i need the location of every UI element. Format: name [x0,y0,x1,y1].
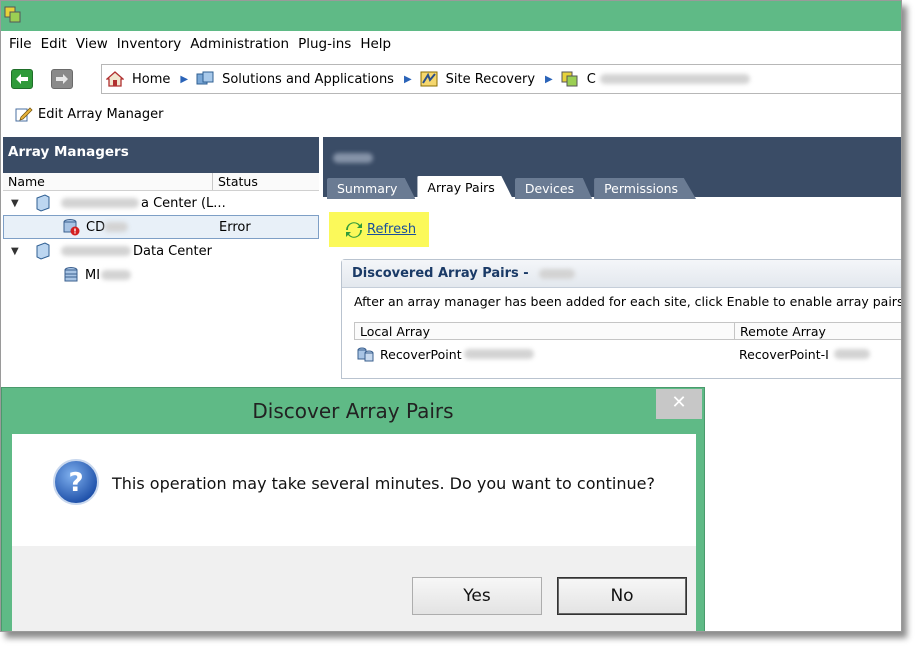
home-icon [106,71,124,87]
redacted-text [61,198,139,208]
redacted-text [599,74,750,84]
vsphere-app-icon [4,6,21,23]
column-remote-array[interactable]: Remote Array [735,323,826,339]
arrow-left-icon [16,74,28,84]
array-icon [64,267,78,282]
breadcrumb-separator-icon: ▶ [180,73,189,85]
site-icon [36,194,50,212]
breadcrumb-home[interactable]: Home [106,71,170,87]
status-error: Error [219,219,251,235]
forward-button[interactable] [51,69,73,89]
menu-bar: File Edit View Inventory Administration … [1,31,901,57]
edit-icon [15,107,33,122]
navigation-bar: Home ▶ Solutions and Applications ▶ Site… [1,61,901,97]
refresh-icon [346,221,362,238]
tree-column-header: Name Status [3,173,319,191]
array-managers-panel: Array Managers Name Status ▼ a Center (L… [3,137,319,369]
site-recovery-icon [420,71,438,87]
dialog-content: ? This operation may take several minute… [12,434,696,546]
redacted-text [539,268,576,279]
array-pair-row[interactable]: RecoverPoint RecoverPoint-I [356,344,901,364]
menu-view[interactable]: View [76,36,108,52]
tree-site-1[interactable]: ▼ a Center (L... [3,191,319,215]
tree-array-manager-1[interactable]: CD Error [3,215,319,239]
breadcrumb-separator-icon: ▶ [403,73,412,85]
redacted-text [834,349,870,359]
column-local-array[interactable]: Local Array [355,323,735,339]
array-pairs-column-header: Local Array Remote Array [354,322,901,340]
breadcrumb-site-recovery[interactable]: Site Recovery [420,71,535,87]
expand-chevron-icon[interactable]: ▼ [11,246,19,257]
redacted-text [463,349,534,359]
redacted-text [333,153,373,163]
dialog-title: Discover Array Pairs [252,399,454,423]
detail-tabs: Summary Array Pairs Devices Permissions [327,176,698,199]
menu-help[interactable]: Help [360,36,391,52]
svg-text:?: ? [68,468,83,498]
tab-permissions[interactable]: Permissions [594,178,697,199]
dialog-close-button[interactable]: ✕ [656,389,702,419]
expand-chevron-icon[interactable]: ▼ [11,198,19,209]
breadcrumb-solutions[interactable]: Solutions and Applications [196,71,394,87]
vsphere-client-window: File Edit View Inventory Administration … [0,0,902,632]
solutions-icon [196,71,214,85]
breadcrumb: Home ▶ Solutions and Applications ▶ Site… [101,64,901,94]
discovered-array-pairs-title: Discovered Array Pairs - [342,260,901,288]
tab-array-pairs[interactable]: Array Pairs [417,176,513,199]
question-icon: ? [53,459,99,505]
array-error-icon [63,219,80,236]
vcenter-icon [561,71,578,87]
menu-edit[interactable]: Edit [41,36,67,52]
toolbar: Edit Array Manager [1,101,163,127]
window-titlebar [1,1,901,31]
menu-plugins[interactable]: Plug-ins [298,36,351,52]
menu-inventory[interactable]: Inventory [117,36,181,52]
redacted-text [104,222,128,232]
yes-button[interactable]: Yes [412,577,542,615]
panel-title: Array Managers [3,137,319,173]
refresh-button[interactable]: Refresh [329,212,429,247]
tab-devices[interactable]: Devices [514,178,593,199]
discovered-array-pairs-panel: Discovered Array Pairs - After an array … [341,259,902,379]
discovered-description: After an array manager has been added fo… [354,294,902,309]
tree-site-2[interactable]: ▼ Data Center [3,239,319,263]
array-pair-icon [357,347,374,362]
edit-array-manager-button[interactable]: Edit Array Manager [15,106,163,122]
menu-administration[interactable]: Administration [190,36,289,52]
tab-summary[interactable]: Summary [327,178,416,199]
column-status[interactable]: Status [213,173,263,190]
column-name[interactable]: Name [3,173,213,190]
tree-array-manager-2[interactable]: MI [3,263,319,287]
site-icon [36,242,50,260]
close-icon: ✕ [671,392,687,413]
breadcrumb-separator-icon: ▶ [545,73,553,85]
redacted-text [101,270,131,280]
menu-file[interactable]: File [9,36,32,52]
discover-array-pairs-dialog: Discover Array Pairs ✕ ? This operation … [1,387,705,631]
dialog-message: This operation may take several minutes.… [112,474,655,493]
arrow-right-icon [56,74,68,84]
redacted-text [61,246,131,256]
back-button[interactable] [11,69,33,89]
breadcrumb-current[interactable]: C [561,71,750,87]
no-button[interactable]: No [557,577,687,615]
dialog-footer: Yes No [12,546,696,631]
